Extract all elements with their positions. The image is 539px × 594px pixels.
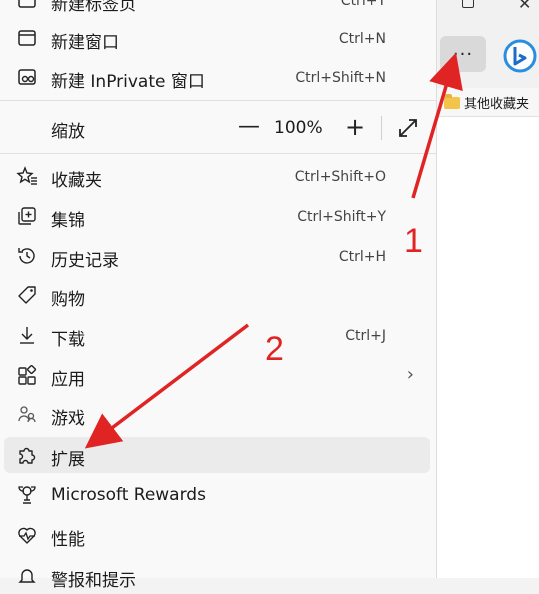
trophy-icon bbox=[16, 484, 38, 506]
apps-icon bbox=[16, 364, 38, 386]
new-tab-icon bbox=[16, 0, 38, 11]
menu-item-downloads[interactable]: 下载 Ctrl+J bbox=[4, 317, 430, 353]
zoom-row: 缩放 — 100% + bbox=[4, 108, 430, 148]
tag-icon bbox=[16, 284, 38, 306]
browser-chrome: ✕ ··· 其他收藏夹 bbox=[436, 0, 539, 578]
puzzle-icon bbox=[16, 444, 38, 466]
menu-divider bbox=[0, 100, 436, 101]
menu-item-shortcut: Ctrl+Shift+N bbox=[295, 70, 386, 86]
menu-item-label: Microsoft Rewards bbox=[51, 485, 206, 505]
zoom-divider bbox=[381, 116, 382, 140]
menu-item-history[interactable]: 历史记录 Ctrl+H bbox=[4, 238, 430, 274]
menu-item-label: 购物 bbox=[51, 290, 85, 310]
menu-item-label: 扩展 bbox=[51, 450, 85, 470]
menu-item-label: 警报和提示 bbox=[51, 571, 136, 591]
menu-item-label: 收藏夹 bbox=[51, 171, 102, 191]
menu-item-label: 应用 bbox=[51, 370, 85, 390]
settings-menu: 新建标签页 Ctrl+T 新建窗口 Ctrl+N 新建 InPrivate 窗口… bbox=[0, 0, 437, 591]
favorites-bar: 其他收藏夹 bbox=[436, 88, 539, 117]
menu-item-shopping[interactable]: 购物 bbox=[4, 277, 430, 313]
toolbar: ✕ ··· bbox=[436, 0, 539, 92]
other-favorites-folder[interactable]: 其他收藏夹 bbox=[444, 93, 529, 112]
menu-item-label: 游戏 bbox=[51, 409, 85, 429]
menu-divider bbox=[0, 153, 436, 154]
zoom-level: 100% bbox=[274, 118, 323, 138]
menu-item-alerts[interactable]: 警报和提示 bbox=[4, 558, 430, 594]
menu-item-label: 集锦 bbox=[51, 211, 85, 231]
menu-item-new-inprivate[interactable]: 新建 InPrivate 窗口 Ctrl+Shift+N bbox=[4, 59, 430, 95]
menu-item-apps[interactable]: 应用 › bbox=[4, 357, 430, 393]
menu-item-shortcut: Ctrl+N bbox=[338, 31, 386, 47]
zoom-in-button[interactable]: + bbox=[340, 112, 370, 142]
menu-item-shortcut: Ctrl+T bbox=[340, 0, 386, 9]
menu-item-shortcut: Ctrl+Shift+O bbox=[294, 169, 386, 185]
download-icon bbox=[16, 324, 38, 346]
chevron-right-icon: › bbox=[406, 364, 414, 385]
menu-item-extensions[interactable]: 扩展 bbox=[4, 437, 430, 473]
menu-item-games[interactable]: 游戏 bbox=[4, 396, 430, 432]
menu-item-label: 下载 bbox=[51, 330, 85, 350]
menu-item-label: 历史记录 bbox=[51, 251, 119, 271]
menu-item-label: 新建窗口 bbox=[51, 33, 119, 53]
menu-item-shortcut: Ctrl+Shift+Y bbox=[297, 209, 386, 225]
collections-icon bbox=[16, 205, 38, 227]
menu-item-shortcut: Ctrl+H bbox=[338, 249, 386, 265]
star-icon bbox=[16, 165, 38, 187]
bing-copilot-icon[interactable] bbox=[500, 38, 539, 74]
fullscreen-icon[interactable] bbox=[396, 116, 420, 140]
page-content bbox=[436, 117, 539, 578]
heartbeat-icon bbox=[16, 524, 38, 546]
menu-item-performance[interactable]: 性能 bbox=[4, 517, 430, 553]
history-icon bbox=[16, 245, 38, 267]
games-icon bbox=[16, 403, 38, 425]
zoom-out-button[interactable]: — bbox=[234, 112, 264, 142]
new-window-icon bbox=[16, 27, 38, 49]
menu-item-new-tab[interactable]: 新建标签页 Ctrl+T bbox=[4, 0, 430, 18]
settings-and-more-button[interactable]: ··· bbox=[440, 36, 486, 72]
inprivate-icon bbox=[16, 66, 38, 88]
menu-item-label: 新建标签页 bbox=[51, 0, 136, 15]
menu-item-rewards[interactable]: Microsoft Rewards bbox=[4, 477, 430, 513]
menu-item-collections[interactable]: 集锦 Ctrl+Shift+Y bbox=[4, 198, 430, 234]
tab-actions-icon[interactable] bbox=[462, 0, 474, 8]
menu-item-favorites[interactable]: 收藏夹 Ctrl+Shift+O bbox=[4, 158, 430, 194]
menu-item-new-window[interactable]: 新建窗口 Ctrl+N bbox=[4, 20, 430, 56]
annotation-label-2: 2 bbox=[265, 330, 284, 368]
menu-item-shortcut: Ctrl+J bbox=[345, 328, 386, 344]
menu-item-label: 性能 bbox=[51, 530, 85, 550]
menu-item-label: 新建 InPrivate 窗口 bbox=[51, 72, 205, 92]
close-icon[interactable]: ✕ bbox=[518, 0, 531, 13]
folder-label: 其他收藏夹 bbox=[464, 97, 530, 112]
zoom-label: 缩放 bbox=[51, 122, 85, 142]
bell-icon bbox=[16, 565, 38, 587]
annotation-label-1: 1 bbox=[404, 222, 423, 260]
folder-icon bbox=[444, 93, 460, 109]
